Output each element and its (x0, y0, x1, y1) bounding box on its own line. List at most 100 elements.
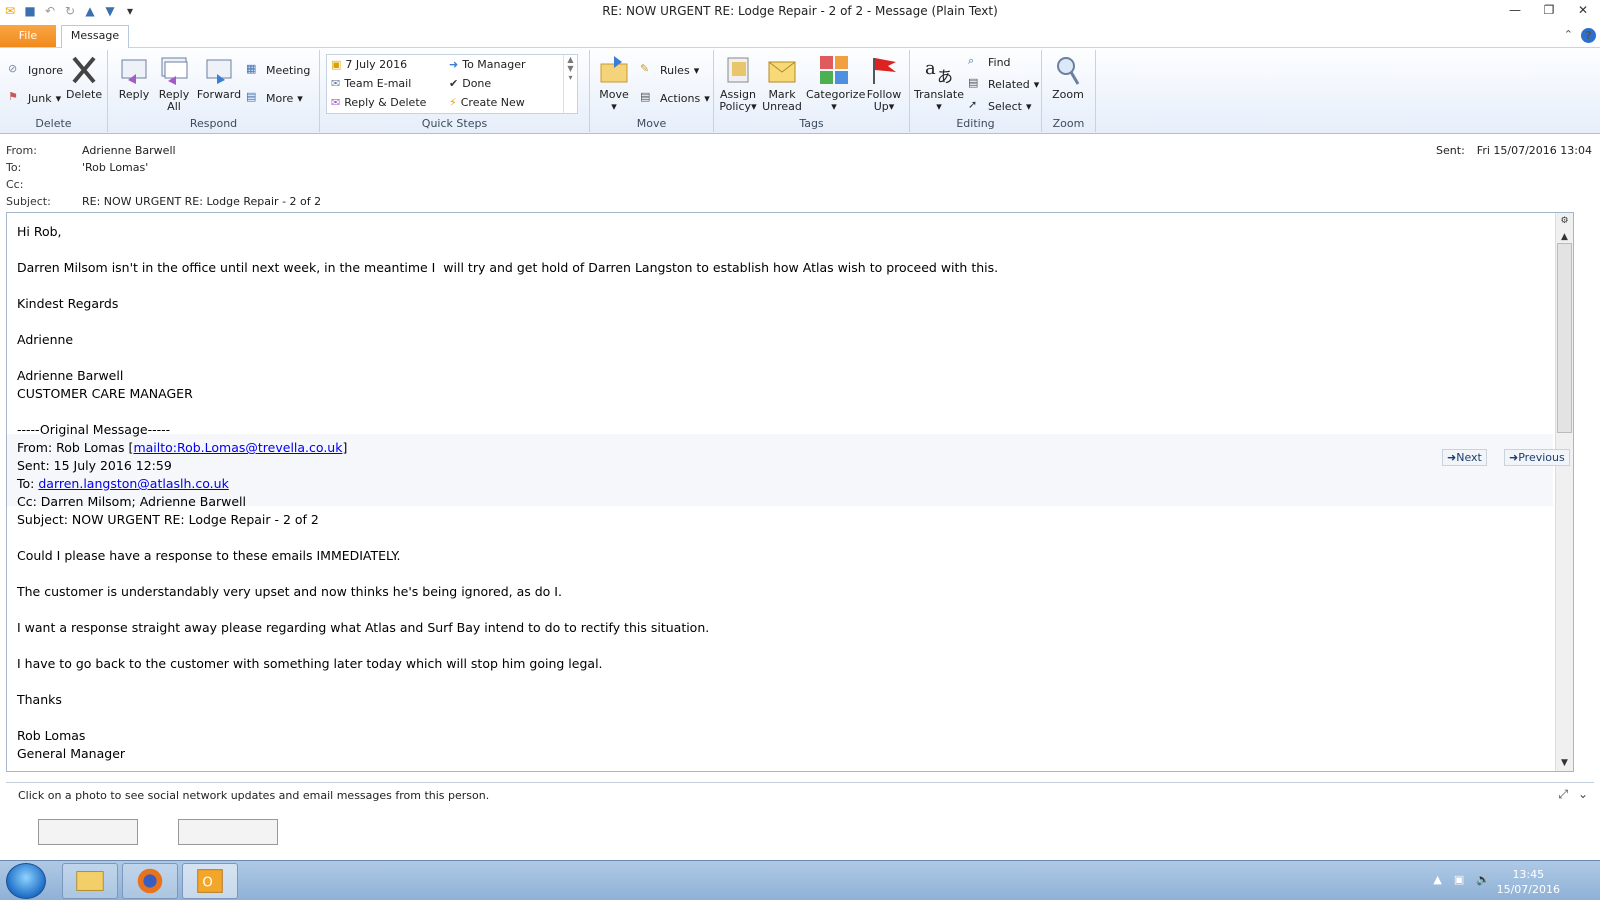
quick-step-to-manager[interactable]: ➜ To Manager (449, 58, 526, 71)
reply-all-icon (161, 57, 188, 85)
more-icon: ▤ (246, 90, 257, 103)
body-line: Sent: 15 July 2016 12:59 (17, 458, 172, 473)
move-group: Move ▾ ✎ Rules ▾ ▤ Actions ▾ Move (590, 50, 714, 132)
minimize-ribbon-icon[interactable]: ⌃ (1564, 28, 1573, 43)
follow-up-button[interactable]: Follow Up▾ (864, 54, 904, 113)
body-line: The customer is understandably very upse… (17, 584, 562, 599)
forward-icon (206, 59, 232, 84)
from-value[interactable]: Adrienne Barwell (82, 144, 176, 157)
close-button[interactable]: ✕ (1566, 0, 1600, 22)
translate-button[interactable]: aあ Translate ▾ (914, 54, 964, 113)
categorize-button[interactable]: Categorize ▾ (806, 54, 865, 113)
tags-group-label: Tags (799, 117, 824, 130)
reply-all-button[interactable]: Reply All (156, 54, 192, 113)
quick-step-7-july[interactable]: ▣ 7 July 2016 (331, 58, 407, 71)
quick-steps-gallery: ▣ 7 July 2016 ➜ To Manager ✉ Team E-mail ✔ D… (326, 54, 578, 114)
svg-text:a: a (925, 58, 936, 79)
reply-button[interactable]: Reply (116, 54, 152, 101)
network-icon[interactable]: ▣ (1454, 873, 1464, 886)
firefox-taskbar-button[interactable] (122, 863, 178, 899)
flag-icon (873, 58, 896, 84)
contact-photo[interactable] (38, 819, 138, 845)
scroll-thumb[interactable] (1557, 243, 1572, 433)
body-scrollbar[interactable]: ⚙ ▲ ▼ (1555, 213, 1573, 771)
scroll-down-arrow[interactable]: ▼ (1556, 755, 1573, 771)
sent-value: Fri 15/07/2016 13:04 (1476, 144, 1592, 157)
contact-photo[interactable] (178, 819, 278, 845)
message-text: Hi Rob, Darren Milsom isn't in the offic… (17, 223, 998, 763)
more-respond-button[interactable]: ▤ More ▾ (246, 90, 303, 106)
actions-icon: ▤ (640, 90, 651, 103)
folder-icon: ▣ (331, 58, 342, 71)
delete-group-label: Delete (35, 117, 72, 130)
restore-button[interactable]: ❐ (1532, 0, 1566, 22)
explorer-taskbar-button[interactable] (62, 863, 118, 899)
people-pane-message: Click on a photo to see social network u… (18, 789, 490, 802)
outlook-taskbar-button[interactable]: O (182, 863, 238, 899)
translate-icon: aあ (925, 58, 953, 86)
mark-unread-button[interactable]: Mark Unread (762, 54, 802, 113)
forward-button[interactable]: Forward (196, 54, 242, 101)
tab-file[interactable]: File (0, 25, 56, 47)
actions-button[interactable]: ▤ Actions ▾ (640, 90, 710, 106)
junk-button[interactable]: ⚑ Junk ▾ (8, 90, 61, 106)
email-link[interactable]: darren.langston@atlaslh.co.uk (38, 476, 228, 491)
zoom-button[interactable]: Zoom (1048, 54, 1088, 101)
assign-policy-icon (727, 57, 749, 83)
minimize-button[interactable]: — (1498, 0, 1532, 22)
scroll-settings-icon[interactable]: ⚙ (1556, 213, 1573, 229)
mailto-link[interactable]: mailto:Rob.Lomas@trevella.co.uk (133, 440, 342, 455)
quick-step-create-new[interactable]: ⚡ Create New (449, 96, 525, 109)
junk-icon: ⚑ (8, 90, 18, 103)
quick-step-done[interactable]: ✔ Done (449, 77, 491, 90)
delete-button[interactable]: Delete (66, 54, 102, 101)
rules-icon: ✎ (640, 62, 650, 75)
move-group-label: Move (636, 117, 667, 130)
ignore-icon: ⊘ (8, 62, 18, 75)
editing-group-label: Editing (956, 117, 995, 130)
related-button[interactable]: ▤ Related ▾ (968, 76, 1039, 92)
previous-button[interactable]: ➜Previous (1504, 449, 1570, 466)
svg-text:あ: あ (937, 67, 953, 86)
expand-icon[interactable]: ⤢ (1558, 787, 1568, 802)
subject-label: Subject: (6, 195, 51, 208)
folder-icon (76, 871, 104, 891)
quick-steps-scroll[interactable]: ▲ ▼ ▾ (563, 55, 577, 113)
lightning-icon: ⚡ (449, 96, 457, 109)
sent-label: Sent: (1436, 144, 1465, 157)
magnifier-icon (1057, 57, 1080, 85)
body-line: Rob Lomas (17, 728, 86, 743)
body-line: Darren Milsom isn't in the office until … (17, 260, 999, 275)
assign-policy-button[interactable]: Assign Policy▾ (718, 54, 758, 113)
quick-step-team-email[interactable]: ✉ Team E-mail (331, 77, 411, 90)
to-value[interactable]: 'Rob Lomas' (82, 161, 148, 174)
message-header: From: Adrienne Barwell To: 'Rob Lomas' Cc:… (0, 140, 1600, 210)
message-body[interactable]: Hi Rob, Darren Milsom isn't in the offic… (6, 212, 1574, 772)
taskbar: O ▲ ▣ 🔊 13:45 15/07/2016 (0, 860, 1600, 900)
forward-mail-icon: ➜ (449, 58, 459, 71)
rules-button[interactable]: ✎ Rules ▾ (640, 62, 699, 78)
quick-step-reply-delete[interactable]: ✉ Reply & Delete (331, 96, 426, 109)
ignore-button[interactable]: ⊘ Ignore (8, 62, 63, 78)
zoom-group: Zoom Zoom (1042, 50, 1096, 132)
related-icon: ▤ (968, 76, 979, 89)
clock[interactable]: 13:45 15/07/2016 (1497, 867, 1560, 897)
collapse-icon[interactable]: ⌄ (1578, 787, 1588, 802)
move-button[interactable]: Move ▾ (596, 54, 632, 113)
tray-arrow-icon[interactable]: ▲ (1433, 873, 1441, 886)
volume-icon[interactable]: 🔊 (1476, 873, 1490, 886)
start-button[interactable] (6, 863, 46, 899)
find-button[interactable]: ⌕ Find (968, 54, 1011, 70)
select-button[interactable]: ➚ Select ▾ (968, 98, 1031, 114)
body-line: Hi Rob, (17, 224, 62, 239)
help-icon[interactable]: ? (1581, 28, 1596, 43)
move-folder-icon (600, 56, 628, 83)
to-label: To: (6, 161, 22, 174)
meeting-button[interactable]: ▦ Meeting (246, 62, 310, 78)
clock-date: 15/07/2016 (1496, 883, 1560, 896)
next-button[interactable]: ➜Next (1442, 449, 1487, 466)
tab-message[interactable]: Message (61, 25, 129, 49)
system-tray: ▲ ▣ 🔊 (1433, 873, 1490, 886)
delete-icon (72, 56, 96, 84)
sent-info: Sent: Fri 15/07/2016 13:04 (1436, 144, 1592, 157)
